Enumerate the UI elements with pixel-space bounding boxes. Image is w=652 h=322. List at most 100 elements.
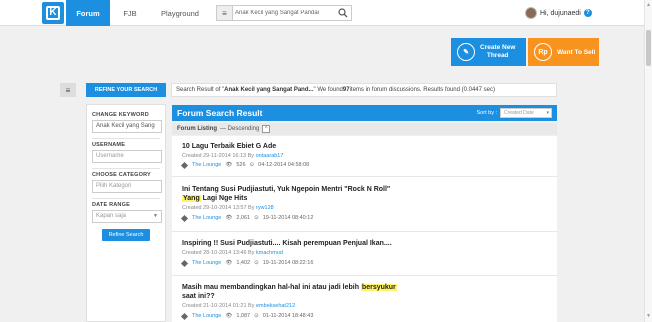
summary-prefix: Search Result of " xyxy=(176,87,225,93)
date-range-select[interactable]: Kapan saja ▼ xyxy=(92,210,162,223)
thread-views: 1,402 xyxy=(236,260,251,266)
results-title: Forum Search Result xyxy=(177,108,263,118)
summary-query: Anak Kecil yang Sangat Pand... xyxy=(224,87,314,93)
chevron-down-icon: ▼ xyxy=(153,213,158,219)
sidebar-toggle-icon[interactable]: ≡ xyxy=(60,83,76,97)
global-search-input[interactable] xyxy=(235,7,333,19)
tag-icon xyxy=(180,259,189,267)
clock-icon: ⊙ xyxy=(254,215,259,221)
thread-created: Created 21-10-2014 01:21 By xyxy=(182,303,256,309)
listing-order: — Descending xyxy=(220,126,260,132)
results-list: 10 Lagu Terbaik Ebiet G Ade Created 29-1… xyxy=(172,136,557,322)
avatar xyxy=(525,7,537,19)
collapse-icon[interactable]: ^ xyxy=(262,125,271,133)
divider xyxy=(92,168,160,169)
summary-middle: " We found xyxy=(313,87,343,93)
rupiah-icon: Rp xyxy=(534,43,552,61)
thread-author[interactable]: ryw128 xyxy=(256,205,274,211)
thread-title[interactable]: Ini Tentang Susi Pudjiastuti, Yuk Ngepoi… xyxy=(182,185,557,203)
global-search: ≡ xyxy=(216,5,352,21)
tab-forum[interactable]: Forum xyxy=(66,0,110,26)
thread-title[interactable]: 10 Lagu Terbaik Ebiet G Ade xyxy=(182,142,557,151)
tab-playground[interactable]: Playground xyxy=(150,0,210,26)
thread-last-post: 19-11-2014 08:22:16 xyxy=(262,260,314,266)
search-highlight: bersyukur xyxy=(360,284,397,291)
category-select[interactable]: Pilih Kategori xyxy=(92,180,162,193)
thread-forum[interactable]: The Lounge xyxy=(192,162,221,168)
list-item: Masih mau membandingkan hal-hal ini atau… xyxy=(172,283,557,322)
tag-icon xyxy=(180,161,189,169)
sort-select[interactable]: Created Date ▾ xyxy=(500,108,552,118)
create-thread-label-2: Thread xyxy=(486,52,509,59)
summary-suffix: items in forum discussions. Results foun… xyxy=(349,87,495,93)
want-to-sell-button[interactable]: Rp Want To Sell xyxy=(528,38,599,66)
thread-views: 526 xyxy=(236,162,246,168)
refine-header: REFINE YOUR SEARCH xyxy=(86,83,166,97)
scroll-down-icon[interactable]: ▼ xyxy=(646,313,651,319)
want-to-sell-label: Want To Sell xyxy=(557,48,596,56)
help-icon[interactable]: ? xyxy=(583,9,592,17)
pencil-icon: ✎ xyxy=(457,43,475,61)
divider xyxy=(92,138,160,139)
summary-count: 97 xyxy=(342,87,350,93)
thread-author[interactable]: ontaarab17 xyxy=(256,153,284,159)
list-item: Inspiring !! Susi Pudjiastuti.... Kisah … xyxy=(172,239,557,276)
chevron-down-icon: ▾ xyxy=(546,110,549,116)
date-range-label: DATE RANGE xyxy=(92,202,130,208)
eye-icon: 👁 xyxy=(225,313,233,319)
listing-bar: Forum Listing — Descending ^ xyxy=(172,123,557,135)
keyword-input[interactable]: Anak Kecil yang Sang xyxy=(92,120,162,133)
thread-author[interactable]: kmachmud xyxy=(256,250,283,256)
list-item: Ini Tentang Susi Pudjiastuti, Yuk Ngepoi… xyxy=(172,185,557,232)
title-part: saat ini?? xyxy=(182,293,215,300)
thread-views: 2,061 xyxy=(236,215,251,221)
tag-icon xyxy=(180,312,189,320)
thread-author[interactable]: embeksehat212 xyxy=(256,303,295,309)
refine-search-button[interactable]: Refine Search xyxy=(102,229,150,241)
search-icon[interactable] xyxy=(338,8,348,18)
eye-icon: 👁 xyxy=(225,215,233,221)
search-menu-icon[interactable]: ≡ xyxy=(217,6,233,20)
thread-last-post: 04-12-2014 04:58:08 xyxy=(258,162,310,168)
title-part: Masih mau membandingkan hal-hal ini atau… xyxy=(182,284,361,291)
thread-created: Created 28-10-2014 13:46 By xyxy=(182,250,256,256)
thread-forum[interactable]: The Lounge xyxy=(192,260,221,266)
title-part: Ini Tentang Susi Pudjiastuti, Yuk Ngepoi… xyxy=(182,186,391,193)
eye-icon: 👁 xyxy=(225,260,233,266)
thread-title[interactable]: Masih mau membandingkan hal-hal ini atau… xyxy=(182,283,557,301)
page-scrollbar[interactable]: ▲ ▼ xyxy=(644,0,652,322)
tag-icon xyxy=(180,214,189,222)
clock-icon: ⊙ xyxy=(249,162,255,168)
thread-created: Created 29-10-2014 13:57 By xyxy=(182,205,256,211)
user-menu[interactable]: Hi, dujunaedi ? xyxy=(525,5,592,21)
search-highlight: Yang xyxy=(182,195,201,202)
sort-control: Sort by : Created Date ▾ xyxy=(477,108,552,118)
scrollbar-thumb[interactable] xyxy=(646,30,651,66)
clock-icon: ⊙ xyxy=(254,313,259,319)
thread-created: Created 29-11-2014 16:13 By xyxy=(182,153,256,159)
thread-forum[interactable]: The Lounge xyxy=(192,215,221,221)
list-item: 10 Lagu Terbaik Ebiet G Ade Created 29-1… xyxy=(172,142,557,177)
title-part: Lagi Nge Hits xyxy=(200,195,248,202)
thread-views: 1,087 xyxy=(236,313,251,319)
refine-panel: CHANGE KEYWORD Anak Kecil yang Sang USER… xyxy=(86,104,166,322)
results-header: Forum Search Result Sort by : Created Da… xyxy=(172,105,557,121)
clock-icon: ⊙ xyxy=(254,260,259,266)
scroll-up-icon[interactable]: ▲ xyxy=(646,2,651,8)
thread-forum[interactable]: The Lounge xyxy=(192,313,221,319)
username-label: Hi, dujunaedi xyxy=(540,9,581,17)
thread-last-post: 19-11-2014 08:40:12 xyxy=(262,215,314,221)
thread-last-post: 01-11-2014 18:48:43 xyxy=(262,313,314,319)
username-input[interactable]: Username xyxy=(92,150,162,163)
create-thread-label-1: Create New xyxy=(480,44,516,51)
thread-title[interactable]: Inspiring !! Susi Pudjiastuti.... Kisah … xyxy=(182,239,557,248)
tab-fjb[interactable]: FJB xyxy=(112,0,148,26)
top-nav: K Forum FJB Playground ≡ Hi, dujunaedi ? xyxy=(0,0,652,26)
divider xyxy=(92,198,160,199)
kaskus-logo[interactable]: K xyxy=(42,2,64,24)
category-label: CHOOSE CATEGORY xyxy=(92,172,151,178)
create-thread-button[interactable]: ✎ Create New Thread xyxy=(451,38,526,66)
sort-value: Created Date xyxy=(504,110,534,116)
date-range-value: Kapan saja xyxy=(96,213,127,219)
username-filter-label: USERNAME xyxy=(92,142,126,148)
